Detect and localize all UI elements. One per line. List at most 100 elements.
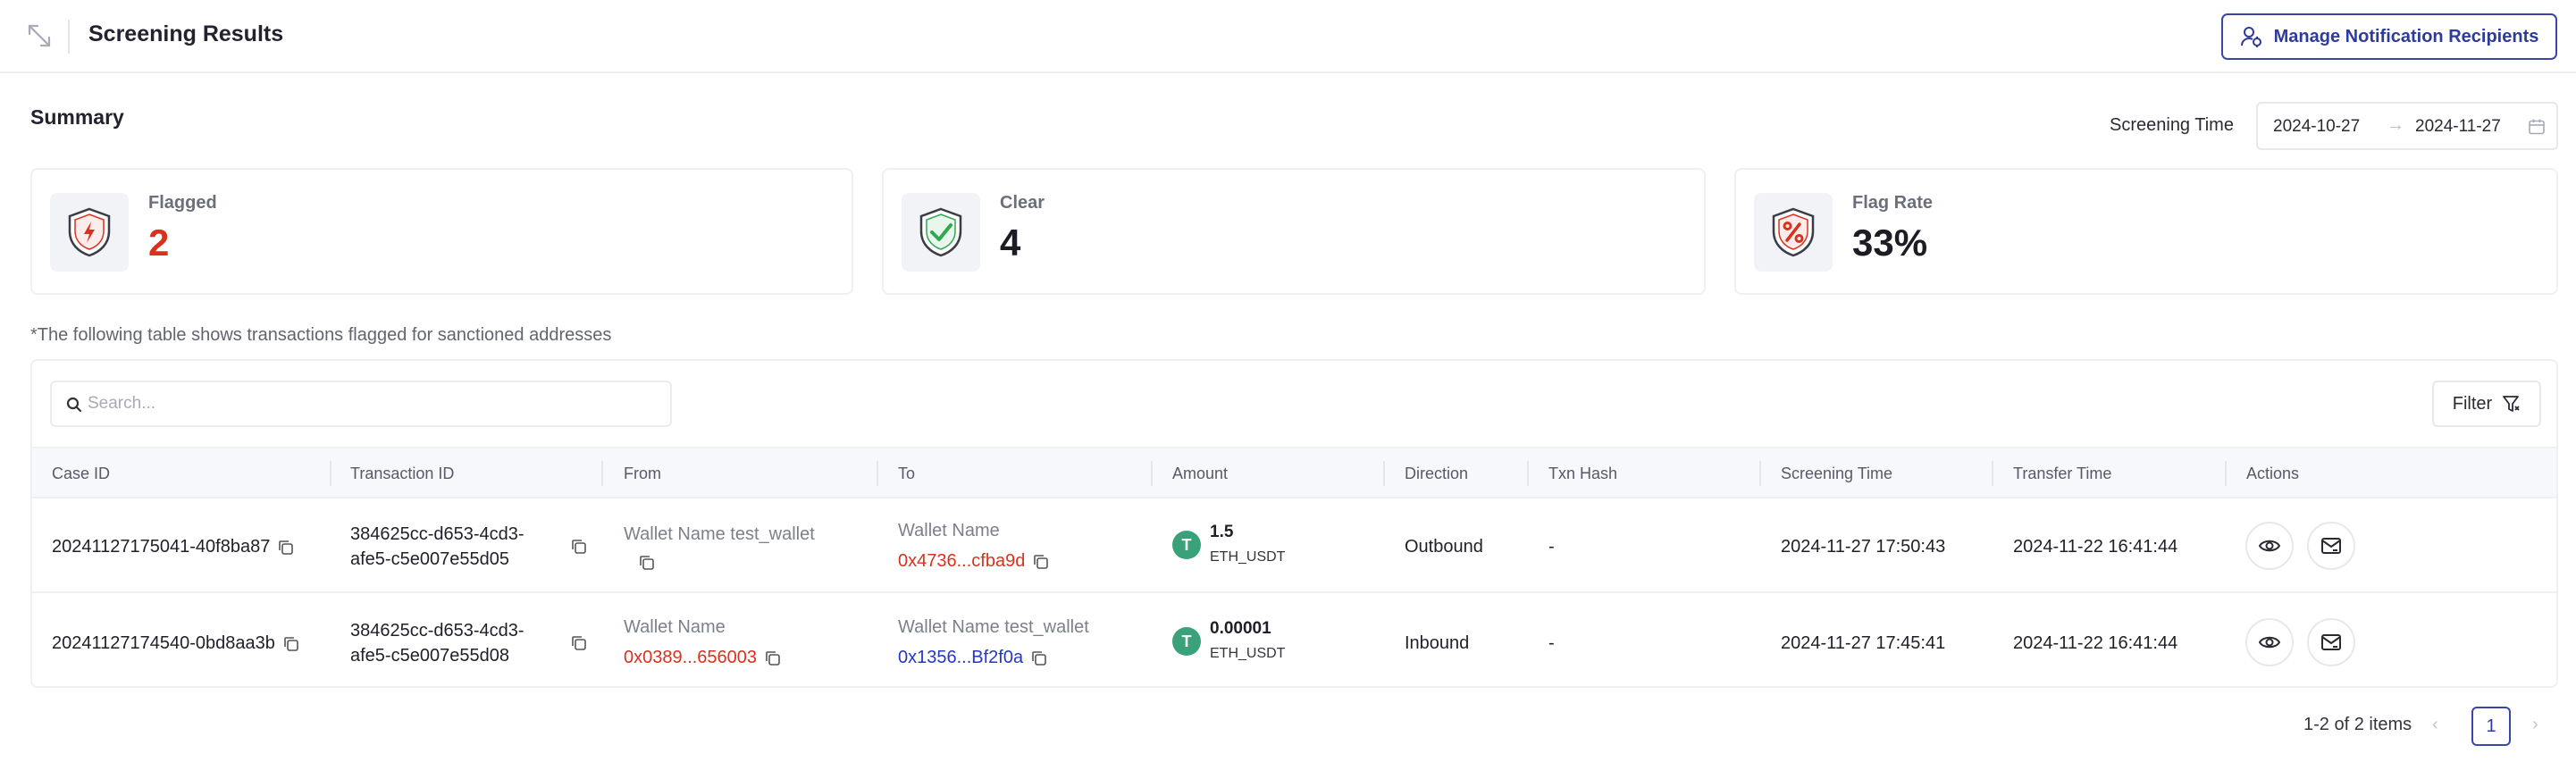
clear-value: 4 — [1000, 222, 1021, 264]
col-amount[interactable]: Amount — [1172, 465, 1228, 483]
copy-icon[interactable] — [764, 649, 782, 667]
case-id: 20241127175041-40f8ba87 — [52, 537, 271, 557]
date-range-picker[interactable]: 2024-10-27 → 2024-11-27 — [2256, 102, 2558, 150]
pagination-summary: 1-2 of 2 items — [2303, 715, 2412, 734]
shield-bolt-icon — [68, 207, 111, 257]
copy-icon[interactable] — [638, 554, 656, 572]
amount-value: 0.00001 — [1210, 619, 1271, 638]
txn-hash: - — [1548, 537, 1555, 557]
to-address[interactable]: 0x1356...Bf2f0a — [898, 648, 1023, 667]
from-address-cell: 0x0389...656003 — [624, 645, 782, 670]
col-separator — [1151, 461, 1153, 486]
copy-icon[interactable] — [570, 634, 588, 652]
col-from[interactable]: From — [624, 465, 661, 483]
col-txn-hash[interactable]: Txn Hash — [1548, 465, 1617, 483]
transfer-time: 2024-11-22 16:41:44 — [2013, 537, 2178, 557]
shield-check-icon — [919, 207, 962, 257]
clear-label: Clear — [1000, 193, 1045, 213]
flag-rate-label: Flag Rate — [1852, 193, 1934, 213]
table-note: *The following table shows transactions … — [30, 325, 612, 345]
transaction-id-cell: 384625cc-d653-4cd3- afe5-c5e007e55d08 — [350, 618, 524, 668]
copy-icon[interactable] — [570, 538, 588, 556]
case-id: 20241127174540-0bd8aa3b — [52, 633, 275, 653]
transaction-id-line: afe5-c5e007e55d08 — [350, 646, 509, 666]
filter-icon — [2503, 396, 2520, 412]
mail-send-icon — [2321, 538, 2341, 554]
search-box[interactable] — [50, 381, 672, 427]
page-title: Screening Results — [88, 21, 284, 46]
eye-icon — [2258, 540, 2281, 552]
notify-button[interactable] — [2307, 618, 2355, 666]
search-input[interactable] — [88, 391, 659, 416]
transaction-id-line: 384625cc-d653-4cd3- — [350, 621, 524, 641]
col-separator — [1759, 461, 1761, 486]
clear-card: Clear 4 — [882, 168, 1706, 295]
col-separator — [1383, 461, 1385, 486]
transfer-time: 2024-11-22 16:41:44 — [2013, 633, 2178, 653]
usdt-token-icon: T — [1172, 531, 1201, 559]
flag-rate-icon-box — [1754, 193, 1833, 272]
filter-button[interactable]: Filter — [2432, 381, 2541, 427]
col-separator — [601, 461, 603, 486]
pagination-page-1[interactable]: 1 — [2471, 707, 2511, 746]
from-address[interactable]: 0x0389...656003 — [624, 648, 757, 667]
date-from[interactable]: 2024-10-27 — [2273, 117, 2360, 137]
transaction-id-line: afe5-c5e007e55d05 — [350, 549, 509, 569]
col-screening-time[interactable]: Screening Time — [1781, 465, 1892, 483]
case-id-cell: 20241127174540-0bd8aa3b — [52, 631, 300, 656]
manage-notification-recipients-button[interactable]: Manage Notification Recipients — [2221, 13, 2557, 60]
to-wallet-name: Wallet Name test_wallet — [898, 617, 1089, 637]
amount-cell: 0.00001 ETH_USDT — [1210, 616, 1285, 666]
header-divider — [68, 20, 70, 54]
col-separator — [330, 461, 331, 486]
direction: Outbound — [1405, 537, 1483, 557]
col-direction[interactable]: Direction — [1405, 465, 1468, 483]
to-wallet-name: Wallet Name — [898, 521, 1000, 540]
date-range-arrow: → — [2387, 115, 2404, 135]
table-header: Case ID Transaction ID From To Amount Di… — [32, 447, 2556, 498]
copy-icon[interactable] — [277, 539, 295, 557]
txn-hash: - — [1548, 633, 1555, 653]
col-case-id[interactable]: Case ID — [52, 465, 110, 483]
pagination-next-button[interactable]: › — [2532, 715, 2538, 735]
from-wallet-name: Wallet Name test_wallet — [624, 524, 815, 544]
flagged-label: Flagged — [148, 193, 217, 213]
eye-icon — [2258, 636, 2281, 649]
copy-icon[interactable] — [1030, 649, 1048, 667]
col-separator — [877, 461, 878, 486]
amount-cell: 1.5 ETH_USDT — [1210, 520, 1285, 570]
amount-token: ETH_USDT — [1210, 549, 1286, 565]
date-to[interactable]: 2024-11-27 — [2415, 117, 2501, 137]
transaction-id-line: 384625cc-d653-4cd3- — [350, 524, 524, 544]
to-address-cell: 0x4736...cfba9d — [898, 548, 1050, 574]
shield-percent-icon — [1772, 207, 1815, 257]
pagination-prev-button[interactable]: ‹ — [2432, 715, 2438, 735]
flag-rate-card: Flag Rate 33% — [1734, 168, 2558, 295]
copy-icon[interactable] — [282, 635, 300, 653]
user-settings-icon — [2240, 27, 2261, 47]
direction: Inbound — [1405, 633, 1470, 653]
amount-token: ETH_USDT — [1210, 646, 1286, 661]
to-address[interactable]: 0x4736...cfba9d — [898, 551, 1025, 571]
search-icon — [66, 397, 82, 413]
col-to[interactable]: To — [898, 465, 915, 483]
amount-value: 1.5 — [1210, 523, 1234, 541]
table-row: 20241127174540-0bd8aa3b 384625cc-d653-4c… — [32, 595, 2556, 686]
col-transaction-id[interactable]: Transaction ID — [350, 465, 454, 483]
case-id-cell: 20241127175041-40f8ba87 — [52, 534, 295, 559]
col-separator — [2225, 461, 2227, 486]
copy-icon[interactable] — [1032, 553, 1050, 571]
notify-button[interactable] — [2307, 522, 2355, 570]
screening-time: 2024-11-27 17:45:41 — [1781, 633, 1946, 653]
view-button[interactable] — [2245, 618, 2294, 666]
col-transfer-time[interactable]: Transfer Time — [2013, 465, 2111, 483]
collapse-arrows-icon[interactable] — [27, 23, 52, 48]
to-address-cell: 0x1356...Bf2f0a — [898, 645, 1048, 670]
view-button[interactable] — [2245, 522, 2294, 570]
col-separator — [1527, 461, 1529, 486]
col-separator — [1992, 461, 1993, 486]
manage-button-label: Manage Notification Recipients — [2273, 26, 2539, 46]
flag-rate-value: 33% — [1852, 222, 1928, 264]
transactions-table-panel: Filter Case ID Transaction ID From To Am… — [30, 359, 2558, 688]
summary-title: Summary — [30, 105, 124, 129]
